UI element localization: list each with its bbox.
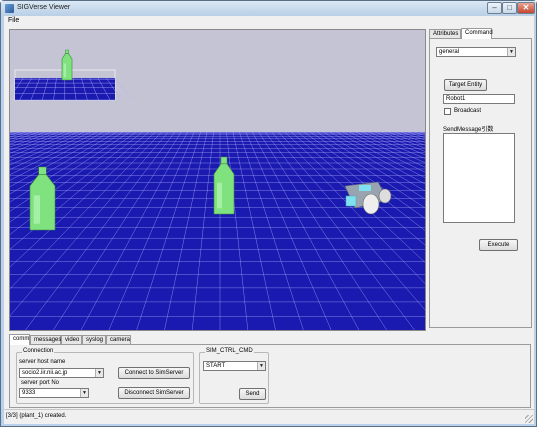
robot-top-accent xyxy=(359,185,371,191)
tab-comm[interactable]: comm xyxy=(9,334,30,345)
chevron-down-icon: ▼ xyxy=(95,369,103,377)
command-pane: general ▼ Target Entity Robot1 Broadcast… xyxy=(429,38,532,328)
broadcast-checkbox[interactable] xyxy=(444,108,451,115)
right-panel: Attributes Command general ▼ Target Enti… xyxy=(429,28,532,328)
floor-plane xyxy=(10,132,425,330)
send-message-label: SendMessage引数 xyxy=(443,127,494,133)
resize-grip-icon[interactable] xyxy=(525,415,533,423)
sim-ctrl-group-title: SIM_CTRL_CMD xyxy=(205,348,254,354)
robot-wheel xyxy=(378,188,392,204)
minimap-bottle-highlight xyxy=(63,63,66,77)
tab-command[interactable]: Command xyxy=(461,28,493,39)
connection-group: Connection server host name socio2.iir.n… xyxy=(16,348,194,404)
command-select-value: general xyxy=(439,49,460,55)
connect-button[interactable]: Connect to SimServer xyxy=(118,367,190,379)
status-bar: [3/3] (plant_1) created. xyxy=(4,409,534,424)
3d-viewport[interactable] xyxy=(9,29,426,331)
target-entity-button[interactable]: Target Entity xyxy=(444,79,487,91)
menu-bar: File xyxy=(4,16,534,27)
minimap-bottle-cap xyxy=(65,49,69,54)
chevron-down-icon: ▼ xyxy=(257,362,265,370)
disconnect-button[interactable]: Disconnect SimServer xyxy=(118,387,190,399)
execute-button[interactable]: Execute xyxy=(479,239,518,251)
host-label: server host name xyxy=(19,359,66,365)
sim-ctrl-select-value: START xyxy=(206,363,226,369)
chevron-down-icon: ▼ xyxy=(507,48,515,56)
connection-group-title: Connection xyxy=(22,348,55,354)
robot-wheel xyxy=(362,193,380,215)
maximize-button[interactable]: □ xyxy=(502,2,517,14)
robot-side-accent xyxy=(345,195,357,207)
bottle-left-cap xyxy=(38,166,47,175)
send-message-field[interactable] xyxy=(443,133,515,223)
host-select-value: socio2.iir.nii.ac.jp xyxy=(22,370,68,376)
send-button[interactable]: Send xyxy=(239,388,266,400)
comm-pane: Connection server host name socio2.iir.n… xyxy=(9,344,531,408)
menu-file[interactable]: File xyxy=(8,17,19,24)
command-select[interactable]: general ▼ xyxy=(436,47,516,57)
port-select[interactable]: 9333 ▼ xyxy=(19,388,89,398)
bottle-left-highlight xyxy=(33,195,40,224)
bottle-center-cap xyxy=(220,156,228,165)
port-select-value: 9333 xyxy=(22,390,36,396)
app-window: SIGVerse Viewer – □ ✕ File Attributes Co… xyxy=(0,0,537,427)
bottle-center-highlight xyxy=(217,182,222,209)
port-label: server port No xyxy=(21,380,60,386)
sim-ctrl-select[interactable]: START ▼ xyxy=(203,361,266,371)
title-bar[interactable]: SIGVerse Viewer – □ ✕ xyxy=(1,1,536,16)
window-title: SIGVerse Viewer xyxy=(17,4,71,11)
broadcast-label: Broadcast xyxy=(454,108,482,114)
client-area: Attributes Command general ▼ Target Enti… xyxy=(4,27,534,409)
sim-ctrl-group: SIM_CTRL_CMD START ▼ Send xyxy=(199,348,269,404)
minimize-button[interactable]: – xyxy=(487,2,502,14)
chevron-down-icon: ▼ xyxy=(80,389,88,397)
host-select[interactable]: socio2.iir.nii.ac.jp ▼ xyxy=(19,368,104,378)
scene-canvas[interactable] xyxy=(10,30,426,331)
close-button[interactable]: ✕ xyxy=(517,2,535,14)
target-entity-field[interactable]: Robot1 xyxy=(443,94,515,104)
bottom-panel: comm messages video syslog camera Connec… xyxy=(9,334,531,408)
status-text: [3/3] (plant_1) created. xyxy=(6,413,67,419)
app-icon xyxy=(5,4,14,13)
